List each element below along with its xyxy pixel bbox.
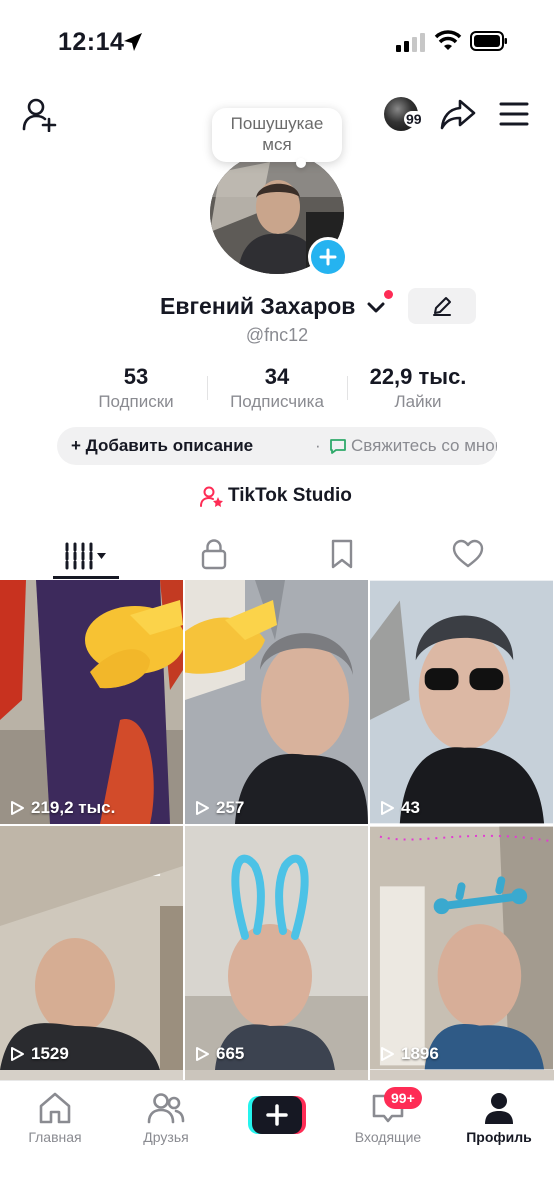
tab-saved[interactable] xyxy=(318,530,366,580)
studio-label: TikTok Studio xyxy=(228,485,352,506)
stat-divider xyxy=(207,376,208,400)
play-icon xyxy=(381,1047,394,1061)
video-grid: 219,2 тыс. 257 43 1529 665 1896 xyxy=(0,580,554,1090)
video-thumbnail-image xyxy=(0,580,183,824)
notification-dot xyxy=(384,290,393,299)
menu-icon[interactable] xyxy=(498,98,530,130)
chevron-down-icon[interactable] xyxy=(366,300,386,316)
add-friend-icon[interactable] xyxy=(22,96,58,132)
home-icon xyxy=(39,1092,71,1124)
active-tab-indicator xyxy=(53,576,119,579)
account-badge: 99 xyxy=(404,111,424,127)
video-thumbnail[interactable]: 219,2 тыс. xyxy=(0,580,183,824)
tiktok-studio-link[interactable]: TikTok Studio xyxy=(0,482,554,512)
profile-stats: 53 Подписки 34 Подписчика 22,9 тыс. Лайк… xyxy=(0,364,554,414)
share-icon[interactable] xyxy=(440,96,476,132)
nav-label: Входящие xyxy=(354,1129,422,1145)
status-bar: 12:14 xyxy=(0,0,554,84)
stat-followers[interactable]: 34 Подписчика xyxy=(216,364,338,412)
create-button[interactable] xyxy=(248,1096,306,1134)
video-thumbnail[interactable]: 257 xyxy=(185,580,368,824)
chat-bubble-icon xyxy=(330,439,346,454)
view-count-value: 1529 xyxy=(31,1044,69,1063)
stat-following[interactable]: 53 Подписки xyxy=(76,364,196,412)
video-thumbnail[interactable]: 1896 xyxy=(370,826,553,1070)
content-tabs xyxy=(0,530,554,580)
tab-liked[interactable] xyxy=(444,530,492,580)
plus-icon xyxy=(319,248,337,266)
stat-likes[interactable]: 22,9 тыс. Лайки xyxy=(356,364,480,412)
view-count-value: 1896 xyxy=(401,1044,439,1063)
name-row: Евгений Захаров xyxy=(0,288,554,328)
stat-label: Подписчика xyxy=(230,392,324,411)
bio-separator: · xyxy=(315,436,321,455)
username: @fnc12 xyxy=(245,325,309,345)
status-note-line-2: мся xyxy=(262,135,292,154)
play-icon xyxy=(381,801,394,815)
nav-label: Главная xyxy=(28,1129,82,1145)
video-thumbnail-image xyxy=(185,826,368,1070)
display-name[interactable]: Евгений Захаров xyxy=(160,293,355,320)
inbox-badge: 99+ xyxy=(384,1087,422,1109)
video-thumbnail[interactable]: 43 xyxy=(370,580,553,824)
nav-label: Друзья xyxy=(143,1129,189,1145)
tab-videos[interactable] xyxy=(53,530,119,580)
video-thumbnail[interactable]: 1529 xyxy=(0,826,183,1070)
lock-icon xyxy=(201,539,227,570)
play-icon xyxy=(196,801,209,815)
pencil-icon xyxy=(433,297,451,316)
nav-home[interactable]: Главная xyxy=(0,1091,110,1161)
stat-divider xyxy=(347,376,348,400)
edit-profile-button[interactable] xyxy=(408,288,476,324)
nav-profile[interactable]: Профиль xyxy=(444,1091,554,1161)
stat-label: Лайки xyxy=(394,392,442,411)
view-count-value: 665 xyxy=(216,1044,245,1063)
battery-icon xyxy=(470,31,507,51)
video-thumbnail-image xyxy=(185,580,368,824)
location-arrow-icon xyxy=(124,33,142,51)
bio-bar: + Добавить описание · Свяжитесь со мной… xyxy=(57,427,497,465)
stat-value: 53 xyxy=(123,364,149,389)
play-icon xyxy=(11,1047,24,1061)
play-icon xyxy=(196,1047,209,1061)
stat-value: 34 xyxy=(264,364,290,389)
contact-me-button[interactable]: Свяжитесь со мной… xyxy=(351,427,497,465)
view-count-value: 219,2 тыс. xyxy=(31,798,116,817)
bubble-tail xyxy=(296,158,306,168)
status-note-bubble[interactable]: Пошушукае мся xyxy=(212,108,342,162)
play-icon xyxy=(11,801,24,815)
stat-label: Подписки xyxy=(98,392,174,411)
stat-value: 22,9 тыс. xyxy=(369,364,467,389)
wifi-icon xyxy=(434,30,462,50)
bottom-navigation: Главная Друзья Входящие 99+ Профиль xyxy=(0,1080,554,1200)
grid-icon xyxy=(65,542,106,570)
nav-label: Профиль xyxy=(466,1129,532,1145)
video-thumbnail-image xyxy=(370,826,553,1070)
profile-icon xyxy=(485,1093,513,1124)
creator-star-icon xyxy=(200,486,223,507)
status-note-line-1: Пошушукае xyxy=(230,114,324,133)
view-count-value: 257 xyxy=(216,798,245,817)
bookmark-icon xyxy=(331,539,353,569)
video-thumbnail-image xyxy=(0,826,183,1070)
add-bio-button[interactable]: + Добавить описание xyxy=(71,427,253,465)
video-thumbnail[interactable]: 665 xyxy=(185,826,368,1070)
view-count-value: 43 xyxy=(401,798,420,817)
friends-icon xyxy=(147,1093,185,1124)
heart-icon xyxy=(452,539,484,568)
cellular-signal-icon xyxy=(396,33,425,52)
add-avatar-button[interactable] xyxy=(308,237,348,277)
status-time: 12:14 xyxy=(58,28,125,56)
nav-friends[interactable]: Друзья xyxy=(111,1091,221,1161)
tab-private[interactable] xyxy=(190,530,238,580)
video-thumbnail-image xyxy=(370,580,553,824)
